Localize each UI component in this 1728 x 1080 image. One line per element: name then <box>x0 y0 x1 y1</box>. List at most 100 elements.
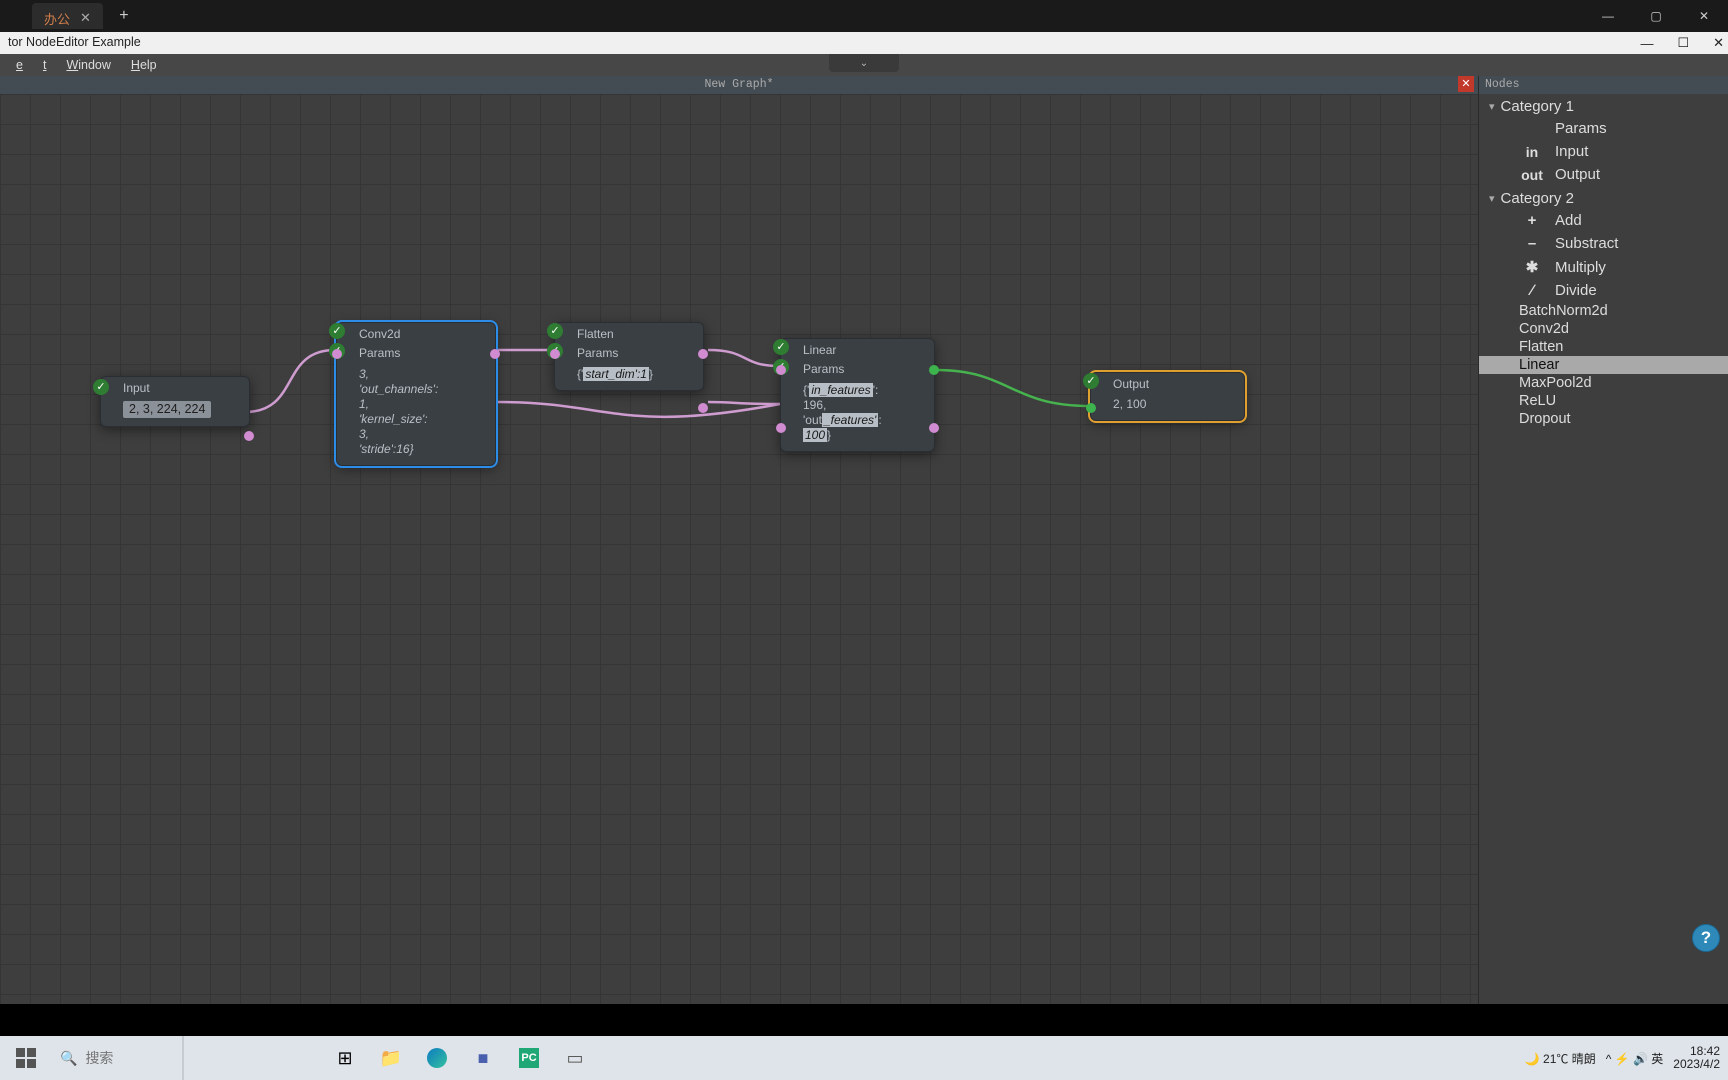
palette-item-conv2d[interactable]: Conv2d <box>1479 320 1728 338</box>
category-label: Category 1 <box>1501 98 1574 115</box>
node-palette-panel: Nodes ▾ Category 1 Params inInput outOutp… <box>1478 76 1728 1004</box>
window-maximize-button[interactable]: ☐ <box>1677 35 1689 51</box>
palette-item-batchnorm2d[interactable]: BatchNorm2d <box>1479 302 1728 320</box>
in-icon: in <box>1519 144 1545 160</box>
window-close-button[interactable]: ✕ <box>1680 0 1728 32</box>
category-item[interactable]: ▾ Category 2 <box>1479 186 1728 209</box>
edge-icon[interactable] <box>414 1036 460 1080</box>
palette-item-divide[interactable]: ∕Divide <box>1479 279 1728 302</box>
canvas-title: New Graph* <box>0 76 1478 94</box>
menu-edit[interactable]: t <box>33 56 56 74</box>
pycharm-icon[interactable]: PC <box>506 1036 552 1080</box>
chevron-down-icon: ▾ <box>1489 192 1495 205</box>
divider <box>182 1036 184 1080</box>
node-body[interactable]: {'start_dim':1} <box>555 363 703 390</box>
palette-item-maxpool2d[interactable]: MaxPool2d <box>1479 374 1728 392</box>
new-tab-button[interactable]: + <box>109 1 139 31</box>
app-titlebar: tor NodeEditor Example — ☐ ✕ <box>0 32 1728 54</box>
window-minimize-button[interactable]: — <box>1584 0 1632 32</box>
close-icon[interactable]: ✕ <box>1458 76 1474 92</box>
task-view-button[interactable]: ⊞ <box>322 1036 368 1080</box>
node-title: Output <box>1113 377 1149 391</box>
palette-item-linear[interactable]: Linear <box>1479 356 1728 374</box>
palette-item-substract[interactable]: –Substract <box>1479 232 1728 255</box>
palette-item-add[interactable]: +Add <box>1479 209 1728 232</box>
workspace: New Graph* ✕ ✓Input 2, 3, 224, 224 ✓Conv… <box>0 76 1728 1004</box>
panel-title: Nodes <box>1479 76 1728 94</box>
clock[interactable]: 18:42 2023/4/2 <box>1673 1045 1720 1071</box>
node-title: Flatten <box>577 327 614 341</box>
category-label: Category 2 <box>1501 190 1574 207</box>
help-button[interactable]: ? <box>1692 924 1720 952</box>
taskbar-search[interactable]: 🔍 <box>52 1039 192 1077</box>
node-conv2d[interactable]: ✓Conv2d ✓Params 3, 'out_channels': 1, 'k… <box>336 322 496 466</box>
slash-icon: ∕ <box>1519 282 1545 299</box>
palette-item-multiply[interactable]: ✱Multiply <box>1479 255 1728 279</box>
category-item[interactable]: ▾ Category 1 <box>1479 94 1728 117</box>
output-port[interactable] <box>929 423 939 433</box>
palette-item-input[interactable]: inInput <box>1479 140 1728 163</box>
tab-item[interactable]: 办公 ✕ <box>32 3 103 29</box>
palette-item-dropout[interactable]: Dropout <box>1479 410 1728 428</box>
node-body[interactable]: 3, 'out_channels': 1, 'kernel_size': 3, … <box>337 363 495 465</box>
node-linear[interactable]: ✓Linear ✓Params {'in_features': 196, 'ou… <box>780 338 935 452</box>
menu-help[interactable]: HHelpelp <box>121 56 167 74</box>
file-explorer-icon[interactable]: 📁 <box>368 1036 414 1080</box>
input-port[interactable] <box>332 349 342 359</box>
node-canvas[interactable]: New Graph* ✕ ✓Input 2, 3, 224, 224 ✓Conv… <box>0 76 1478 1004</box>
node-subtitle: Params <box>359 346 400 360</box>
window-maximize-button[interactable]: ▢ <box>1632 0 1680 32</box>
asterisk-icon: ✱ <box>1519 258 1545 276</box>
plus-icon: + <box>1519 212 1545 229</box>
start-button[interactable] <box>0 1036 52 1080</box>
output-port[interactable] <box>698 403 708 413</box>
node-subtitle: Params <box>577 346 618 360</box>
titlebar-tabs: 办公 ✕ + — ▢ ✕ <box>0 0 1728 32</box>
chevron-down-icon: ▾ <box>1489 100 1495 113</box>
output-port[interactable] <box>929 365 939 375</box>
check-icon: ✓ <box>329 323 345 339</box>
palette-item-relu[interactable]: ReLU <box>1479 392 1728 410</box>
menu-window[interactable]: WWindowindow <box>56 56 120 74</box>
node-flatten[interactable]: ✓Flatten ✓Params {'start_dim':1} <box>554 322 704 391</box>
input-port[interactable] <box>776 423 786 433</box>
check-icon: ✓ <box>1083 373 1099 389</box>
node-value: 2, 3, 224, 224 <box>123 401 211 418</box>
tray-icons[interactable]: ^ ⚡ 🔊 英 <box>1606 1050 1664 1067</box>
window-close-button[interactable]: ✕ <box>1713 35 1724 51</box>
output-port[interactable] <box>698 349 708 359</box>
app-title: tor NodeEditor Example <box>8 35 141 49</box>
taskbar-apps: ⊞ 📁 ■ PC ▭ <box>322 1036 598 1080</box>
window-minimize-button[interactable]: — <box>1640 36 1653 51</box>
output-port[interactable] <box>490 349 500 359</box>
node-title: Input <box>123 381 150 395</box>
menu-file[interactable]: e <box>6 56 33 74</box>
palette-item-params[interactable]: Params <box>1479 117 1728 140</box>
input-port[interactable] <box>776 365 786 375</box>
check-icon: ✓ <box>547 323 563 339</box>
clock-date: 2023/4/2 <box>1673 1058 1720 1071</box>
search-icon: 🔍 <box>60 1050 77 1067</box>
tab-label: 办公 <box>44 9 70 28</box>
node-subtitle: Params <box>803 362 844 376</box>
dropdown-handle[interactable]: ⌄ <box>829 54 899 72</box>
node-input[interactable]: ✓Input 2, 3, 224, 224 <box>100 376 250 427</box>
menubar: e t WWindowindow HHelpelp ⌄ <box>0 54 1728 76</box>
check-icon: ✓ <box>773 339 789 355</box>
weather-widget[interactable]: 🌙 21℃ 晴朗 <box>1525 1050 1596 1067</box>
close-icon[interactable]: ✕ <box>80 10 91 26</box>
app-window-icon[interactable]: ▭ <box>552 1036 598 1080</box>
search-input[interactable] <box>85 1050 175 1066</box>
input-port[interactable] <box>550 349 560 359</box>
output-port[interactable] <box>244 431 254 441</box>
minus-icon: – <box>1519 235 1545 252</box>
system-tray: 🌙 21℃ 晴朗 ^ ⚡ 🔊 英 18:42 2023/4/2 <box>1525 1036 1728 1080</box>
node-title: Linear <box>803 343 836 357</box>
palette-item-output[interactable]: outOutput <box>1479 163 1728 186</box>
node-title: Conv2d <box>359 327 400 341</box>
node-output[interactable]: ✓Output 2, 100 <box>1090 372 1245 421</box>
app-icon[interactable]: ■ <box>460 1036 506 1080</box>
node-body[interactable]: {'in_features': 196, 'out_features': 100… <box>781 379 934 451</box>
input-port[interactable] <box>1086 403 1096 413</box>
palette-item-flatten[interactable]: Flatten <box>1479 338 1728 356</box>
